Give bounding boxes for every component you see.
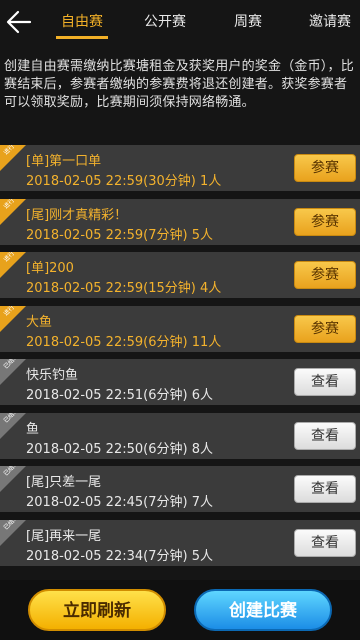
top-bar: 自由赛 公开赛 周赛 邀请赛 (0, 0, 360, 44)
join-button[interactable]: 参赛 (294, 261, 356, 289)
active-tab-indicator (56, 36, 108, 39)
match-row[interactable]: 已结束 快乐钓鱼 2018-02-05 22:51(6分钟) 6人 查看 (0, 359, 360, 405)
match-row[interactable]: 已结束 [尾]再来一尾 2018-02-05 22:34(7分钟) 5人 查看 (0, 519, 360, 566)
match-row[interactable]: 已结束 [尾]只差一尾 2018-02-05 22:45(7分钟) 7人 查看 (0, 466, 360, 512)
view-button[interactable]: 查看 (294, 475, 356, 503)
join-button[interactable]: 参赛 (294, 154, 356, 182)
view-button[interactable]: 查看 (294, 421, 356, 450)
tab-invite-match[interactable]: 邀请赛 (304, 11, 356, 31)
join-button[interactable]: 参赛 (294, 207, 356, 236)
match-row[interactable]: 已结束鱼 2018-02-05 22:50(6分钟) 8人 查看 (0, 412, 360, 459)
match-title: [单]第一口单 (26, 154, 102, 169)
back-arrow-icon[interactable] (4, 6, 34, 38)
match-row[interactable]: 进行中 [单]200 2018-02-05 22:59(15分钟) 4人 参赛 (0, 252, 360, 298)
tab-free-match[interactable]: 自由赛 (56, 11, 108, 31)
view-button[interactable]: 查看 (294, 528, 356, 557)
refresh-button[interactable]: 立即刷新 (28, 589, 166, 631)
match-row[interactable]: 进行中 [尾]刚才真精彩！ 2018-02-05 22:59(7分钟) 5人 参赛 (0, 198, 360, 245)
match-title: 大鱼 (26, 314, 53, 330)
match-title: [单]200 (26, 261, 74, 276)
create-match-button[interactable]: 创建比赛 (194, 589, 332, 631)
match-info: 2018-02-05 22:59(15分钟) 4人 (26, 281, 222, 296)
bottom-bar: 立即刷新 创建比赛 (0, 580, 360, 640)
match-info: 2018-02-05 22:59(30分钟) 1人 (26, 174, 222, 189)
match-list: 进行中 [单]第一口单 2018-02-05 22:59(30分钟) 1人 参赛 进行中… (0, 145, 360, 573)
match-info: 2018-02-05 22:45(7分钟) 7人 (26, 495, 213, 510)
rules-notice: 创建自由赛需缴纳比赛塘租金及获奖用户的奖金（金币），比赛结束后，参赛者缴纳的参赛… (4, 59, 354, 110)
view-button[interactable]: 查看 (294, 368, 356, 396)
match-row[interactable]: 进行中 大鱼 2018-02-05 22:59(6分钟) 11人 参赛 (0, 305, 360, 352)
join-button[interactable]: 参赛 (294, 314, 356, 343)
match-title: [尾]只差一尾 (26, 475, 102, 490)
match-title: 鱼 (26, 421, 40, 437)
tab-open-match[interactable]: 公开赛 (139, 11, 191, 31)
match-info: 2018-02-05 22:51(6分钟) 6人 (26, 388, 213, 403)
tab-weekly-match[interactable]: 周赛 (228, 11, 268, 31)
match-title: [尾]刚才真精彩！ (26, 207, 128, 223)
match-info: 2018-02-05 22:50(6分钟) 8人 (26, 441, 213, 457)
match-row[interactable]: 进行中 [单]第一口单 2018-02-05 22:59(30分钟) 1人 参赛 (0, 145, 360, 191)
match-title: [尾]再来一尾 (26, 528, 102, 544)
match-info: 2018-02-05 22:59(6分钟) 11人 (26, 334, 222, 350)
match-info: 2018-02-05 22:59(7分钟) 5人 (26, 227, 213, 243)
match-info: 2018-02-05 22:34(7分钟) 5人 (26, 548, 213, 564)
match-title: 快乐钓鱼 (26, 368, 79, 383)
